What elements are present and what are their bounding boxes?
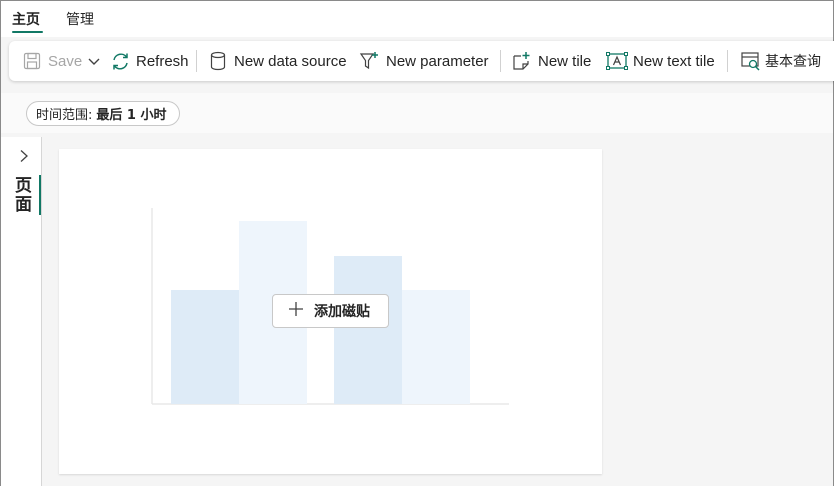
- plus-icon: [288, 301, 304, 321]
- save-button[interactable]: Save: [23, 41, 82, 81]
- new-tile-icon: [511, 50, 533, 72]
- toolbar-area: Save Refresh New data source New paramet…: [1, 37, 834, 89]
- new-text-tile-button[interactable]: New text tile: [606, 41, 715, 81]
- add-tile-label: 添加磁贴: [314, 304, 370, 320]
- tab-home[interactable]: 主页: [12, 9, 40, 29]
- basic-query-label: 基本查询: [765, 54, 821, 70]
- placeholder-bar: [171, 290, 239, 404]
- new-parameter-label: New parameter: [386, 52, 489, 70]
- new-data-source-button[interactable]: New data source: [209, 41, 347, 81]
- placeholder-bar: [402, 290, 470, 404]
- toolbar: Save Refresh New data source New paramet…: [9, 41, 834, 81]
- time-range-value: 最后 1 小时: [96, 108, 167, 123]
- chevron-right-icon[interactable]: [19, 149, 29, 168]
- new-tile-label: New tile: [538, 52, 592, 70]
- tab-home-underline: [12, 31, 43, 33]
- refresh-button[interactable]: Refresh: [110, 41, 189, 81]
- add-tile-button[interactable]: 添加磁贴: [272, 294, 389, 328]
- new-tile-button[interactable]: New tile: [511, 41, 591, 81]
- main-area: 页面 添加磁贴: [1, 137, 833, 486]
- pages-panel-label[interactable]: 页面: [15, 177, 35, 215]
- toolbar-separator: [500, 50, 501, 72]
- pages-active-indicator: [39, 175, 41, 215]
- time-range-label: 时间范围:: [36, 108, 93, 123]
- toolbar-separator: [727, 50, 728, 72]
- chevron-down-icon: [87, 54, 101, 68]
- top-tab-bar: 主页 管理: [1, 1, 833, 37]
- filter-bar: 时间范围: 最后 1 小时: [1, 89, 833, 137]
- refresh-label: Refresh: [136, 52, 189, 70]
- text-box-icon: [606, 51, 628, 71]
- new-text-tile-label: New text tile: [633, 52, 715, 70]
- save-dropdown-button[interactable]: [87, 41, 101, 81]
- new-parameter-button[interactable]: New parameter: [359, 41, 489, 81]
- toolbar-separator: [196, 50, 197, 72]
- database-icon: [209, 51, 227, 71]
- refresh-icon: [110, 51, 131, 72]
- placeholder-bar: [334, 256, 402, 404]
- time-range-filter[interactable]: 时间范围: 最后 1 小时: [26, 101, 180, 126]
- save-icon: [23, 52, 41, 70]
- query-search-icon: [740, 50, 762, 72]
- pages-panel: 页面: [1, 137, 42, 486]
- filter-add-icon: [359, 50, 381, 72]
- dashboard-canvas: 添加磁贴: [59, 149, 602, 474]
- basic-query-button[interactable]: 基本查询: [740, 41, 821, 81]
- new-data-source-label: New data source: [234, 52, 347, 70]
- tab-manage[interactable]: 管理: [66, 9, 94, 29]
- save-label: Save: [48, 52, 83, 70]
